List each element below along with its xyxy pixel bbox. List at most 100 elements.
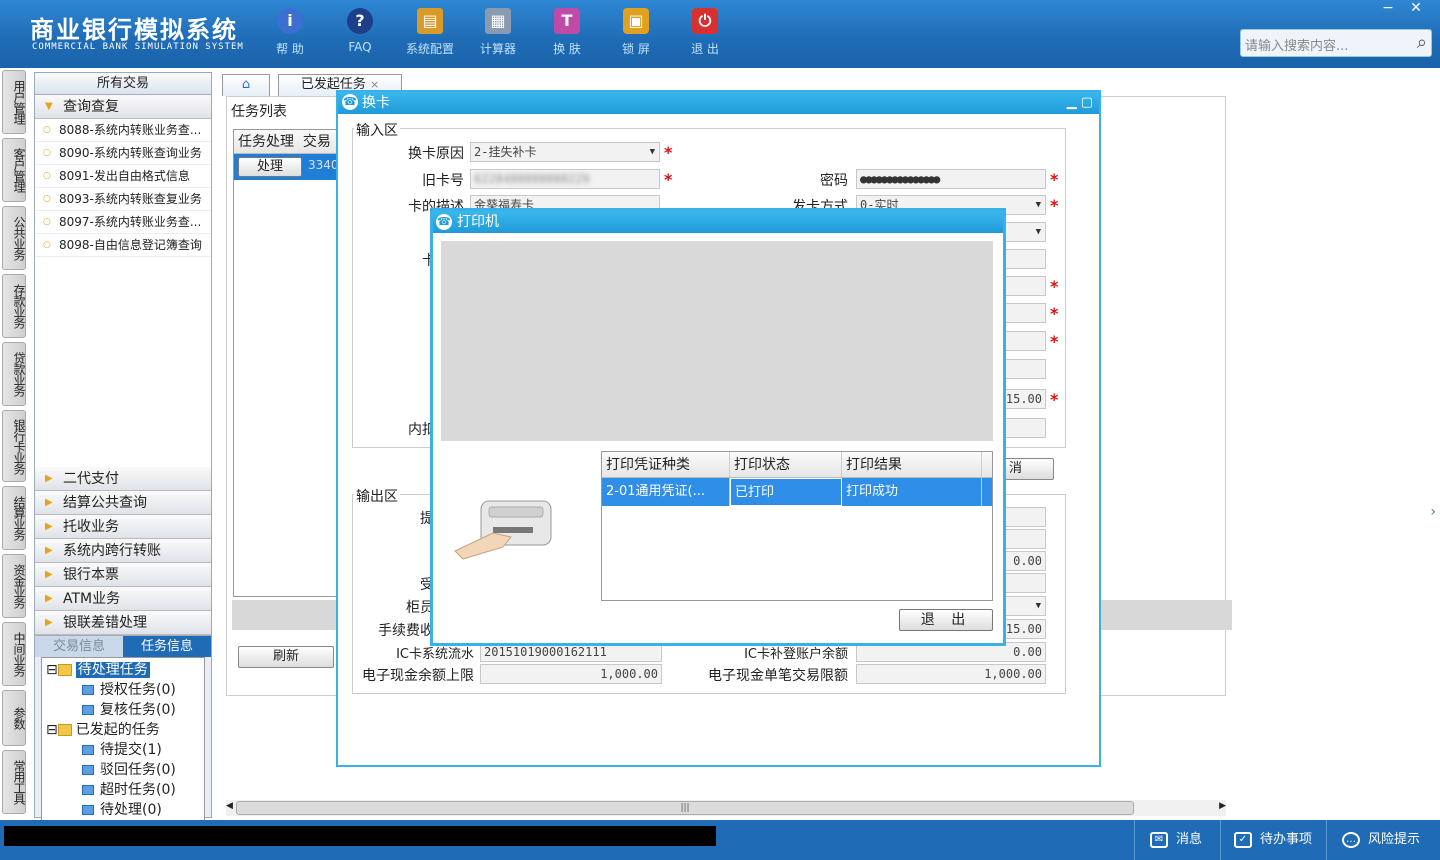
chevron-down-icon: ▼ bbox=[45, 101, 53, 112]
toolbox-icon: ▤ bbox=[417, 8, 443, 34]
tree-node-to-submit[interactable]: 待提交(1) bbox=[46, 740, 200, 760]
password-field[interactable]: ●●●●●●●●●●●●●●● bbox=[856, 169, 1046, 189]
close-window-button[interactable]: ✕ bbox=[1402, 0, 1430, 16]
task-tree: ⊟ 待处理任务 授权任务(0) 复核任务(0) ⊟ 已发起的任务 待提交(1) 驳回… bbox=[41, 657, 205, 825]
section-unionpay-error[interactable]: ▶ 银联差错处理 bbox=[35, 611, 211, 635]
tree-node-to-process[interactable]: 待处理(0) bbox=[46, 800, 200, 820]
home-icon: ⌂ bbox=[241, 77, 251, 92]
list-icon bbox=[82, 785, 94, 795]
search-input[interactable]: 请输入搜索内容... ⌕ bbox=[1240, 29, 1432, 57]
minimize-icon[interactable]: ▁ bbox=[1067, 95, 1077, 110]
vtab-params[interactable]: 参数 bbox=[2, 690, 26, 746]
help-button[interactable]: i帮 助 bbox=[263, 8, 317, 64]
vtab-settlement[interactable]: 结算业务 bbox=[2, 486, 26, 550]
tree-node-rejected[interactable]: 驳回任务(0) bbox=[46, 760, 200, 780]
vtab-bank-card[interactable]: 银行卡业务 bbox=[2, 410, 26, 482]
section-cnaps2[interactable]: ▶ 二代支付 bbox=[35, 467, 211, 491]
checkbox-icon: ✓ bbox=[1234, 831, 1252, 848]
scroll-left-icon[interactable]: ◀ bbox=[226, 801, 233, 811]
list-item[interactable]: ○ 8098-自由信息登记簿查询 bbox=[35, 234, 211, 257]
chevron-right-icon: ▶ bbox=[45, 521, 53, 532]
output-area-title: 输出区 bbox=[354, 486, 400, 506]
chevron-right-icon: ▶ bbox=[45, 497, 53, 508]
vtab-intermediate[interactable]: 中间业务 bbox=[2, 622, 26, 686]
tab-home[interactable]: ⌂ bbox=[222, 74, 270, 96]
table-row[interactable]: 处理 3340 bbox=[234, 154, 352, 180]
tree-node-auth[interactable]: 授权任务(0) bbox=[46, 680, 200, 700]
skin-button[interactable]: T换 肤 bbox=[540, 8, 594, 64]
process-button[interactable]: 处理 bbox=[238, 157, 302, 177]
chevron-down-icon: ▼ bbox=[1035, 601, 1041, 611]
list-item[interactable]: ○ 8090-系统内转账查询业务 bbox=[35, 142, 211, 165]
list-item[interactable]: ○ 8091-发出自由格式信息 bbox=[35, 165, 211, 188]
bullet-icon: ○ bbox=[43, 148, 51, 158]
risk-alert-button[interactable]: … 风险提示 bbox=[1342, 828, 1420, 848]
tree-node-pending[interactable]: ⊟ 待处理任务 bbox=[46, 660, 200, 680]
list-item[interactable]: ○ 8093-系统内转账查复业务 bbox=[35, 188, 211, 211]
input-area-title: 输入区 bbox=[354, 120, 400, 140]
section-interbank[interactable]: ▶ 系统内跨行转账 bbox=[35, 539, 211, 563]
calculator-button[interactable]: ▦ 计算器 bbox=[471, 8, 525, 64]
lock-screen-button[interactable]: ▣ 锁 屏 bbox=[609, 8, 663, 64]
tree-node-review[interactable]: 复核任务(0) bbox=[46, 700, 200, 720]
status-bar: ✉ 消息 ✓ 待办事项 … 风险提示 bbox=[0, 820, 1440, 860]
scroll-right-icon[interactable]: ▶ bbox=[1219, 801, 1226, 811]
tree-node-timeout[interactable]: 超时任务(0) bbox=[46, 780, 200, 800]
vtab-funds[interactable]: 资金业务 bbox=[2, 554, 26, 618]
question-icon: ? bbox=[347, 8, 373, 34]
vertical-tabs: 用户管理 客户管理 公共业务 存款业务 贷款业务 银行卡业务 结算业务 资金业务… bbox=[0, 70, 28, 815]
list-icon bbox=[82, 705, 94, 715]
app-header: 商业银行模拟系统 COMMERCIAL BANK SIMULATION SYST… bbox=[0, 0, 1440, 68]
vtab-loan[interactable]: 贷款业务 bbox=[2, 342, 26, 406]
section-collection[interactable]: ▶ 托收业务 bbox=[35, 515, 211, 539]
scrollbar-thumb[interactable]: ||| bbox=[236, 801, 1134, 815]
reason-select[interactable]: 2-挂失补卡 ▼ bbox=[470, 142, 660, 162]
query-items: ○ 8088-系统内转账业务查... ○ 8090-系统内转账查询业务 ○ 8091-… bbox=[35, 119, 211, 295]
vtab-user-mgmt[interactable]: 用户管理 bbox=[2, 70, 26, 134]
refresh-button[interactable]: 刷新 bbox=[238, 646, 334, 668]
horizontal-scrollbar[interactable]: ◀ ||| ▶ bbox=[226, 800, 1226, 816]
search-icon[interactable]: ⌕ bbox=[1417, 32, 1427, 53]
vtab-deposit[interactable]: 存款业务 bbox=[2, 274, 26, 338]
faq-button[interactable]: ? FAQ bbox=[333, 8, 387, 64]
section-query[interactable]: ▼ 查询查复 bbox=[35, 95, 211, 119]
tree-node-initiated[interactable]: ⊟ 已发起的任务 bbox=[46, 720, 200, 740]
cancel-button[interactable]: 消 bbox=[998, 458, 1054, 480]
shirt-icon: T bbox=[554, 8, 580, 34]
ecash-limit-field: 1,000.00 bbox=[480, 664, 662, 684]
print-preview bbox=[441, 241, 993, 441]
tree-tabs: 交易信息 任务信息 bbox=[35, 635, 211, 657]
printer-titlebar[interactable]: ☎ 打印机 bbox=[433, 211, 1003, 233]
section-atm[interactable]: ▶ ATM业务 bbox=[35, 587, 211, 611]
tab-transaction-info[interactable]: 交易信息 bbox=[35, 636, 123, 657]
list-icon bbox=[82, 765, 94, 775]
section-settlement-query[interactable]: ▶ 结算公共查询 bbox=[35, 491, 211, 515]
system-config-button[interactable]: ▤ 系统配置 bbox=[403, 8, 457, 64]
app-title: 商业银行模拟系统 bbox=[30, 16, 238, 44]
vtab-public-business[interactable]: 公共业务 bbox=[2, 206, 26, 270]
phone-icon: ☎ bbox=[436, 214, 452, 230]
chevron-right-icon: ▶ bbox=[45, 593, 53, 604]
messages-button[interactable]: ✉ 消息 bbox=[1150, 828, 1202, 848]
tab-task-info[interactable]: 任务信息 bbox=[123, 636, 211, 657]
exit-button[interactable]: 退 出 bbox=[899, 609, 993, 631]
list-item[interactable]: ○ 8097-系统内转账业务查... bbox=[35, 211, 211, 234]
list-item[interactable]: ○ 8088-系统内转账业务查... bbox=[35, 119, 211, 142]
maximize-icon[interactable]: ▢ bbox=[1081, 95, 1093, 110]
section-cashier-check[interactable]: ▶ 银行本票 bbox=[35, 563, 211, 587]
old-card-field[interactable]: 6228480000000229 bbox=[470, 169, 660, 189]
vtab-tools[interactable]: 常用工具 bbox=[2, 750, 26, 814]
minimize-button[interactable]: − bbox=[1374, 0, 1402, 16]
task-list-title: 任务列表 bbox=[231, 104, 287, 120]
list-icon bbox=[82, 745, 94, 755]
vtab-customer-mgmt[interactable]: 客户管理 bbox=[2, 138, 26, 202]
sidebar-header: 所有交易 bbox=[35, 73, 211, 95]
table-row[interactable]: 2-01通用凭证(... 已打印 打印成功 bbox=[602, 478, 992, 506]
app-subtitle: COMMERCIAL BANK SIMULATION SYSTEM bbox=[32, 42, 244, 52]
exit-app-button[interactable]: ⏻ 退 出 bbox=[678, 8, 732, 64]
info-icon: i bbox=[277, 8, 303, 34]
todo-button[interactable]: ✓ 待办事项 bbox=[1234, 828, 1312, 848]
dialog-titlebar[interactable]: ☎ 换卡 ▁ ▢ bbox=[338, 92, 1099, 114]
calculator-icon: ▦ bbox=[485, 8, 511, 34]
expand-right-icon[interactable]: › bbox=[1430, 504, 1436, 520]
